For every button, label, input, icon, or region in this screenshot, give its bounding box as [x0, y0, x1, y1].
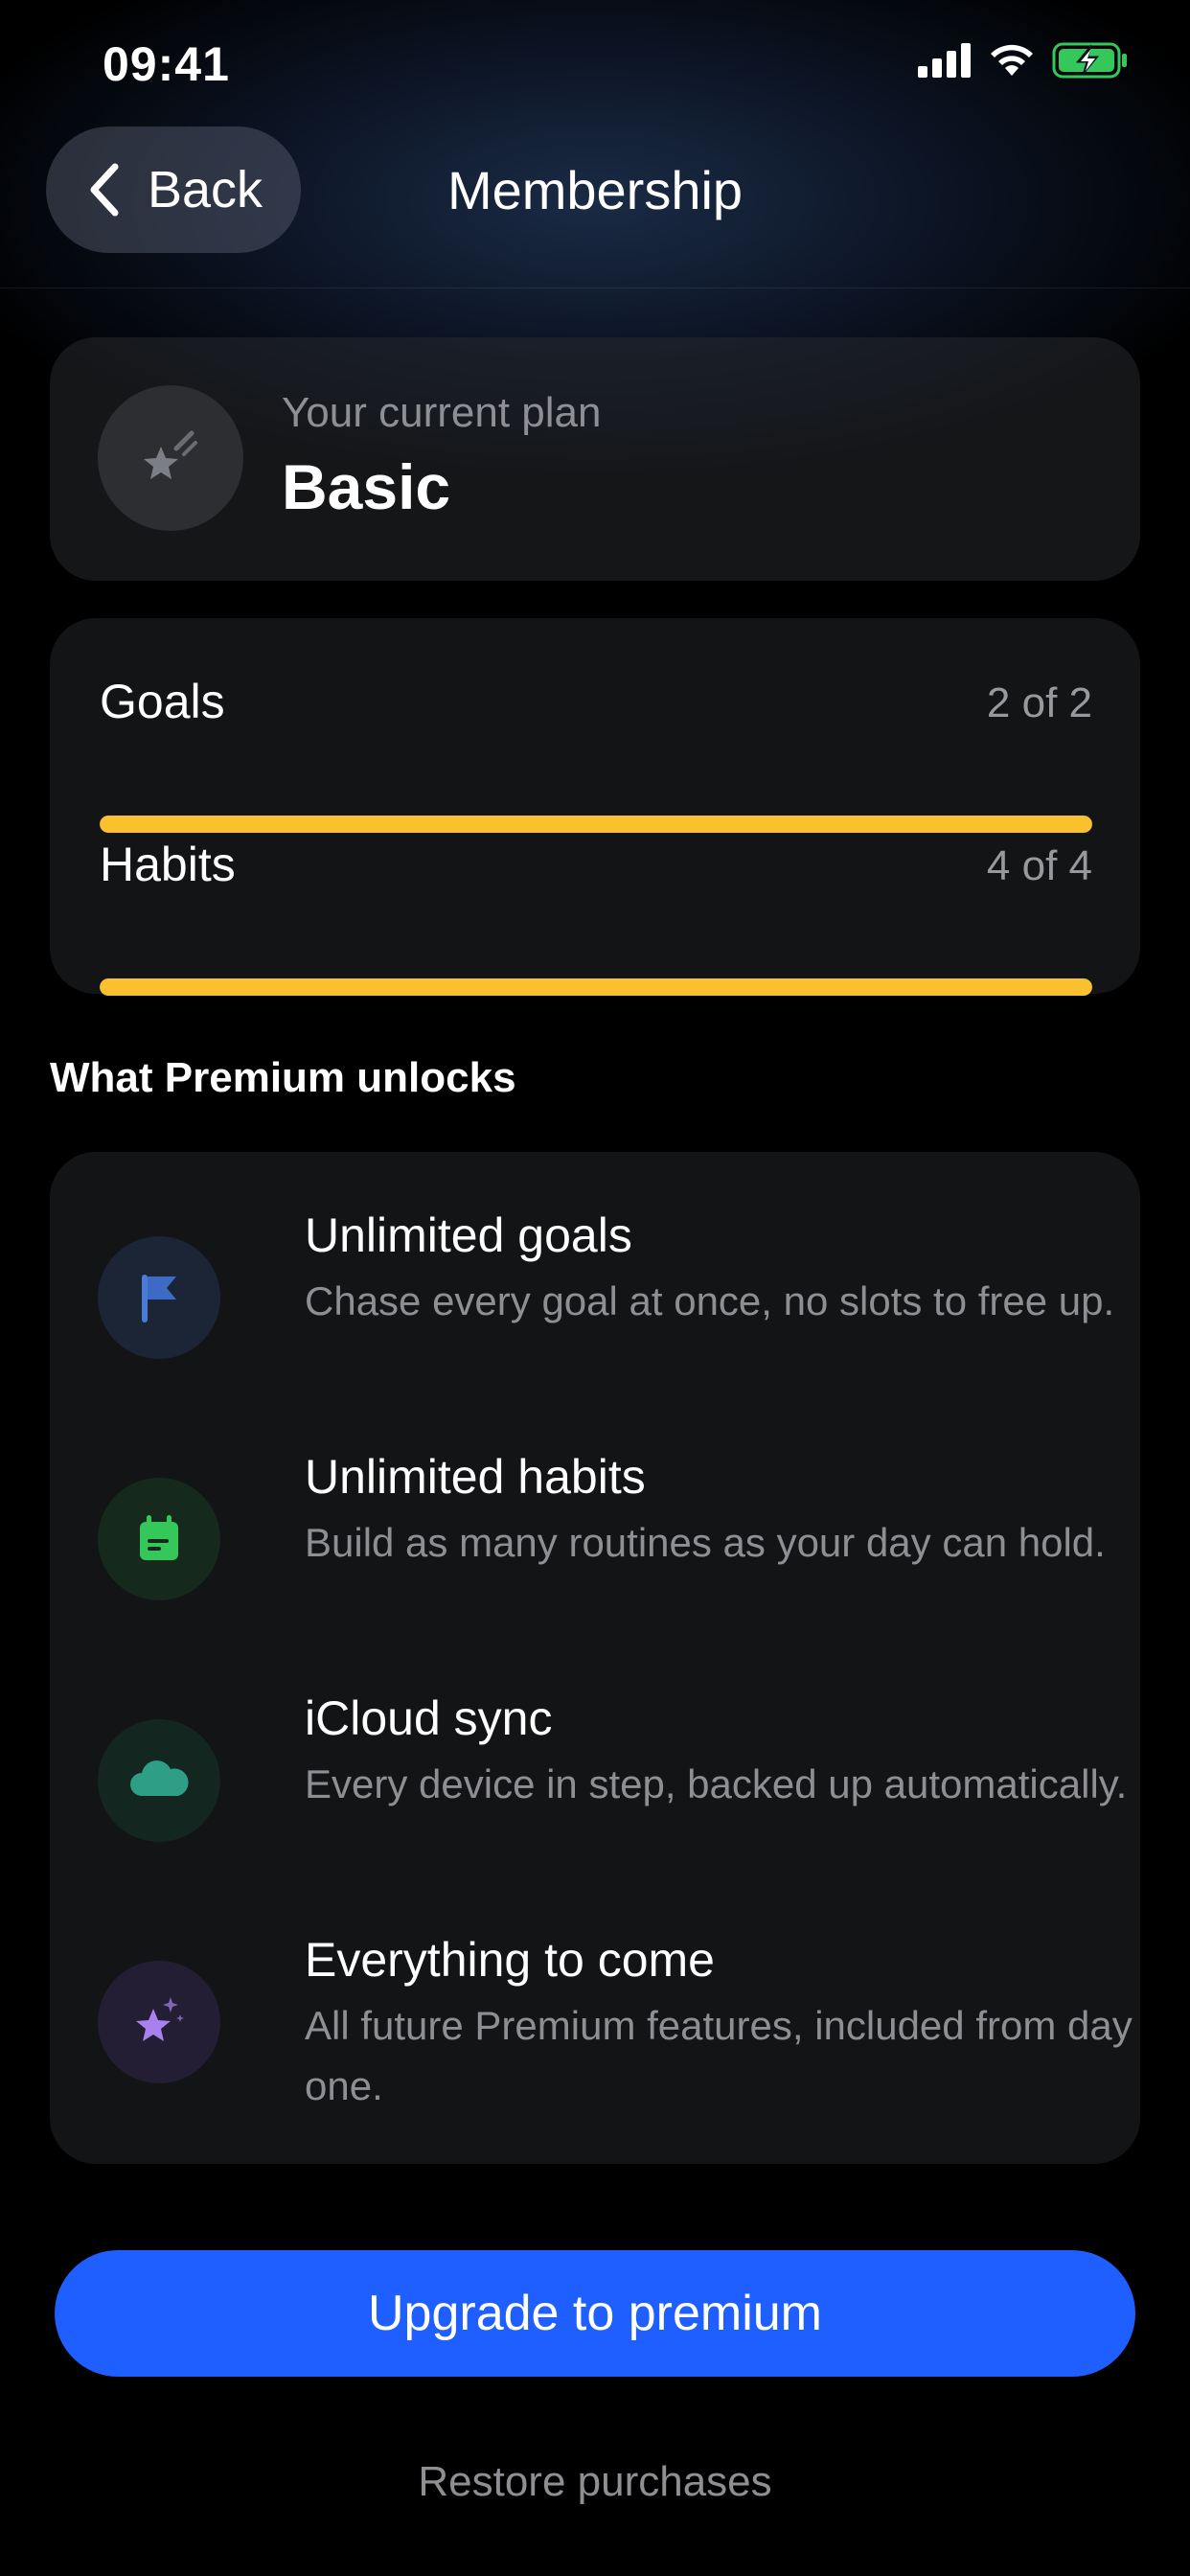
section-title: What Premium unlocks: [50, 1054, 516, 1101]
feature-title: iCloud sync: [305, 1691, 553, 1745]
feature-description: Build as many routines as your day can h…: [305, 1520, 1106, 1565]
feature-title: Unlimited goals: [305, 1208, 632, 1262]
page-title: Membership: [446, 160, 744, 220]
usage-label: Habits: [100, 838, 236, 891]
feature-title: Everything to come: [305, 1933, 715, 1987]
cellular-signal-icon: [918, 43, 971, 78]
calendar-icon: [98, 1478, 220, 1600]
progress-bar-goals: [100, 816, 1092, 833]
usage-count: 2 of 2: [986, 679, 1092, 726]
wifi-icon: [991, 44, 1033, 76]
status-icons: [918, 42, 1129, 79]
feature-description: Every device in step, backed up automati…: [305, 1761, 1128, 1806]
status-time: 09:41: [103, 37, 230, 91]
restore-purchases-link[interactable]: Restore purchases: [0, 2458, 1190, 2506]
progress-fill: [100, 816, 1092, 833]
battery-charging-icon: [1052, 42, 1127, 79]
usage-count: 4 of 4: [986, 842, 1092, 889]
feature-description: All future Premium features, included fr…: [305, 2003, 1133, 2108]
progress-bar-habits: [100, 978, 1092, 996]
usage-label: Goals: [100, 675, 225, 728]
usage-card: Goals 2 of 2 Habits 4 of 4: [50, 618, 1140, 996]
upgrade-to-premium-button[interactable]: Upgrade to premium: [55, 2250, 1135, 2377]
feature-description: Chase every goal at once, no slots to fr…: [305, 1278, 1115, 1323]
star-sparkle-icon: [98, 385, 243, 531]
plan-name: Basic: [282, 451, 451, 522]
sparkle-star-icon: [98, 1961, 220, 2083]
flag-icon: [98, 1236, 220, 1359]
plan-subtitle: Your current plan: [282, 389, 602, 436]
navigation-bar: Back Membership: [0, 125, 1190, 288]
premium-features-card: Unlimited goals Chase every goal at once…: [50, 1152, 1140, 2164]
progress-fill: [100, 978, 1092, 996]
status-bar: 09:41: [0, 0, 1190, 125]
cloud-icon: [98, 1719, 220, 1842]
current-plan-card: Your current plan Basic: [50, 337, 1140, 581]
feature-title: Unlimited habits: [305, 1450, 646, 1504]
